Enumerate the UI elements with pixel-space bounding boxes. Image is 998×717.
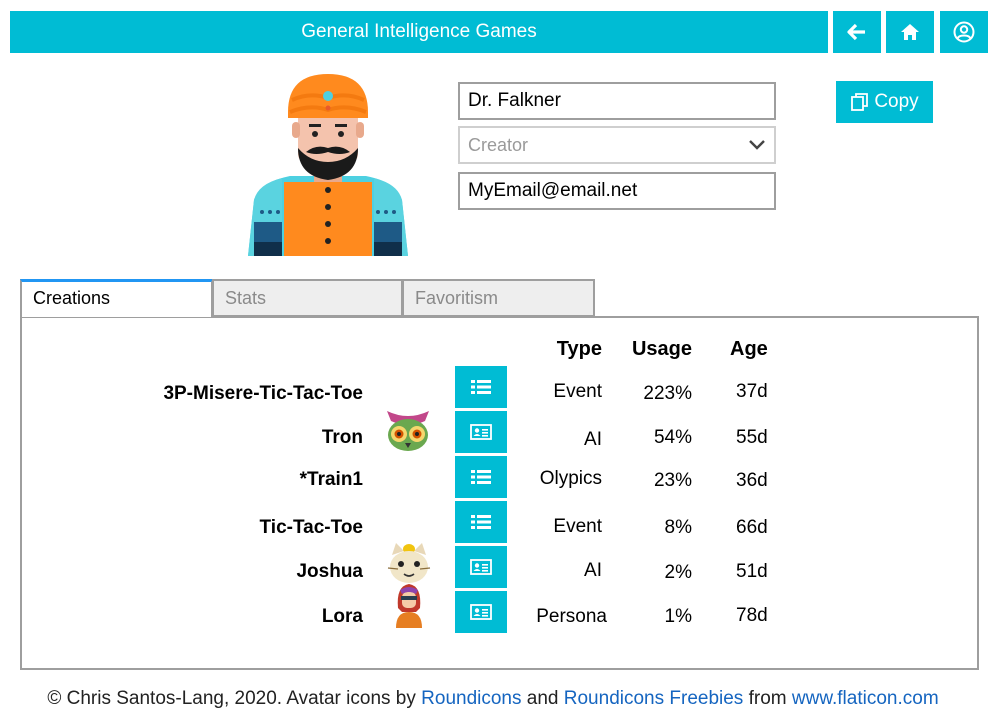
role-select-placeholder: Creator (468, 134, 529, 155)
id-card-icon (470, 424, 492, 440)
row-details-button[interactable] (455, 456, 507, 498)
row-type: Olypics (539, 468, 602, 489)
account-button[interactable] (940, 11, 988, 53)
row-age: 37d (736, 381, 768, 402)
row-usage: 8% (664, 517, 692, 538)
tab-creations[interactable]: Creations (20, 279, 213, 317)
copy-button[interactable]: Copy (836, 81, 933, 123)
list-icon (471, 380, 491, 394)
footer-from: from (743, 688, 792, 709)
row-name[interactable]: Tic-Tac-Toe (63, 517, 363, 539)
tab-stats[interactable]: Stats (212, 279, 403, 317)
row-age: 36d (736, 470, 768, 491)
row-usage: 23% (653, 470, 692, 491)
back-button[interactable] (833, 11, 881, 53)
row-usage: 1% (664, 606, 692, 627)
row-profile-button[interactable] (455, 411, 507, 453)
row-profile-button[interactable] (455, 546, 507, 588)
cat-avatar-icon (387, 543, 431, 583)
column-header-age: Age (730, 338, 768, 360)
row-usage: 54% (653, 427, 692, 448)
user-circle-icon (953, 21, 975, 43)
row-age: 78d (736, 605, 768, 626)
row-age: 55d (736, 427, 768, 448)
copy-button-label: Copy (874, 91, 919, 112)
owl-avatar-icon (387, 411, 429, 451)
copy-icon (851, 93, 869, 111)
footer-link-roundicons[interactable]: Roundicons (421, 688, 521, 709)
id-card-icon (470, 559, 492, 575)
row-type: Event (553, 381, 602, 402)
row-type: AI (584, 429, 602, 450)
home-icon (901, 24, 919, 40)
row-type: AI (584, 560, 602, 581)
footer-link-roundicons-freebies[interactable]: Roundicons Freebies (564, 688, 744, 709)
arrow-left-icon (847, 23, 865, 41)
row-usage: 223% (643, 383, 692, 404)
name-field-value: Dr. Falkner (468, 90, 561, 111)
row-name[interactable]: Joshua (63, 561, 363, 583)
tab-favoritism[interactable]: Favoritism (402, 279, 595, 317)
row-name[interactable]: 3P-Misere-Tic-Tac-Toe (63, 383, 363, 405)
tab-stats-label: Stats (225, 288, 267, 308)
column-header-type: Type (556, 338, 602, 360)
tab-creations-label: Creations (33, 288, 111, 308)
row-details-button[interactable] (455, 501, 507, 543)
list-icon (471, 470, 491, 484)
profile-avatar[interactable] (240, 72, 416, 256)
row-profile-button[interactable] (455, 591, 507, 633)
bearded-man-turban-avatar (248, 74, 408, 256)
row-usage: 2% (664, 562, 692, 583)
app-title: General Intelligence Games (301, 21, 537, 42)
row-name[interactable]: Tron (63, 427, 363, 449)
list-icon (471, 515, 491, 529)
tab-favoritism-label: Favoritism (415, 288, 499, 308)
row-type: Persona (536, 606, 607, 627)
chevron-down-icon (749, 140, 765, 150)
woman-avatar-icon (396, 584, 422, 628)
home-button[interactable] (886, 11, 934, 53)
footer-and: and (521, 688, 564, 709)
footer-link-flaticon[interactable]: www.flaticon.com (792, 688, 939, 709)
email-field[interactable]: MyEmail@email.net (458, 172, 776, 210)
footer-prefix: © Chris Santos-Lang, 2020. Avatar icons … (47, 688, 422, 709)
row-name[interactable]: *Train1 (63, 469, 363, 491)
row-age: 66d (736, 517, 768, 538)
column-header-usage: Usage (631, 338, 692, 360)
email-field-value: MyEmail@email.net (468, 180, 638, 201)
name-field[interactable]: Dr. Falkner (458, 82, 776, 120)
footer-credits: © Chris Santos-Lang, 2020. Avatar icons … (0, 688, 986, 710)
row-age: 51d (736, 561, 768, 582)
row-type: Event (553, 516, 602, 537)
app-title-bar: General Intelligence Games (10, 11, 828, 53)
id-card-icon (470, 604, 492, 620)
row-name[interactable]: Lora (63, 606, 363, 628)
role-select[interactable]: Creator (458, 126, 776, 164)
row-details-button[interactable] (455, 366, 507, 408)
